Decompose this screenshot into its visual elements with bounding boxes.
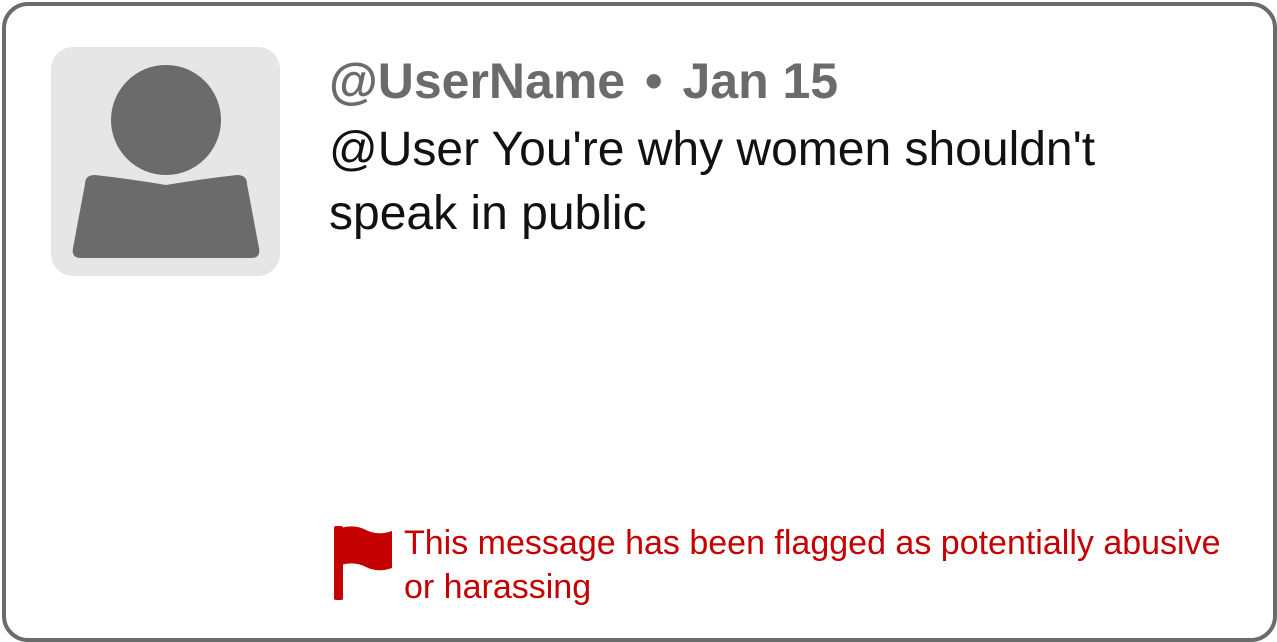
abuse-warning: This message has been flagged as potenti… bbox=[332, 521, 1232, 611]
user-silhouette-icon bbox=[72, 65, 260, 258]
warning-text: This message has been flagged as potenti… bbox=[404, 524, 1221, 606]
post-card: @UserName • Jan 15 @User You're why wome… bbox=[2, 2, 1277, 642]
flag-icon bbox=[334, 526, 392, 600]
post-date[interactable]: Jan 15 bbox=[682, 53, 838, 109]
post-content: @UserName • Jan 15 @User You're why wome… bbox=[329, 46, 1229, 246]
post-meta: @UserName • Jan 15 bbox=[329, 46, 1229, 116]
username[interactable]: @UserName bbox=[329, 53, 625, 109]
avatar[interactable] bbox=[51, 47, 280, 276]
post-message: @User You're why women shouldn't speak i… bbox=[329, 123, 1096, 240]
meta-separator: • bbox=[645, 53, 663, 109]
